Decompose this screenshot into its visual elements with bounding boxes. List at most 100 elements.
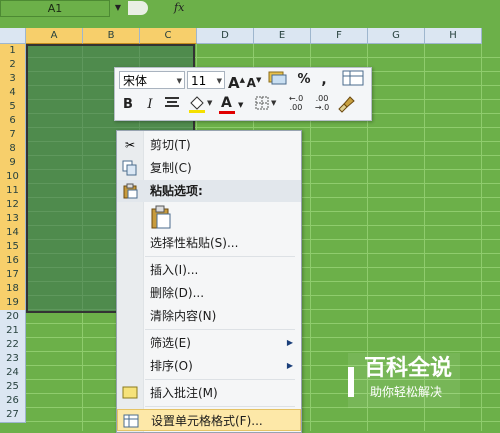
font-name-select[interactable]: 宋体 ▼ (119, 71, 185, 89)
row-header[interactable]: 20 (0, 310, 26, 325)
menu-item-cut[interactable]: ✂ 剪切(T) (117, 134, 301, 156)
fill-color-button[interactable]: ▼ (187, 95, 215, 115)
row-header[interactable]: 15 (0, 240, 26, 255)
row-header[interactable]: 1 (0, 44, 26, 59)
row-header[interactable]: 13 (0, 212, 26, 227)
row-header[interactable]: 11 (0, 184, 26, 199)
menu-item-format-cells[interactable]: 设置单元格格式(F)... (117, 409, 301, 431)
menu-item-paste-special[interactable]: 选择性粘贴(S)... (117, 232, 301, 254)
row-header[interactable]: 19 (0, 296, 26, 311)
watermark-logo: 百科全说 助你轻松解决 (348, 353, 460, 408)
accounting-icon (268, 71, 287, 85)
row-header[interactable]: 18 (0, 282, 26, 297)
column-header[interactable]: D (197, 28, 254, 44)
menu-separator (145, 406, 295, 407)
row-header[interactable]: 26 (0, 394, 26, 409)
column-header[interactable]: E (254, 28, 311, 44)
menu-item-insert[interactable]: 插入(I)... (117, 259, 301, 281)
row-header[interactable]: 23 (0, 352, 26, 367)
align-center-icon (165, 97, 179, 107)
paintbrush-icon (338, 96, 355, 113)
watermark-title: 百科全说 (364, 356, 453, 381)
column-header[interactable]: H (425, 28, 482, 44)
row-header[interactable]: 4 (0, 86, 26, 101)
context-menu: ✂ 剪切(T) 复制(C) 粘贴选项: 选择性粘贴(S)... 插入(I)...… (116, 130, 302, 433)
row-header[interactable]: 5 (0, 100, 26, 115)
increase-decimal-button[interactable]: ←.0 .00 (285, 94, 307, 114)
row-header[interactable]: 12 (0, 198, 26, 213)
row-header[interactable]: 3 (0, 72, 26, 87)
menu-item-copy[interactable]: 复制(C) (117, 157, 301, 179)
shrink-font-button[interactable]: A▼ (246, 70, 262, 90)
font-color-button[interactable]: A ▼ (219, 95, 247, 115)
menu-item-insert-comment[interactable]: 插入批注(M) (117, 382, 301, 404)
format-painter-button[interactable] (337, 95, 357, 115)
row-header[interactable]: 25 (0, 380, 26, 395)
font-size-select[interactable]: 11 ▼ (187, 71, 225, 89)
row-header[interactable]: 10 (0, 170, 26, 185)
copy-icon (122, 160, 138, 176)
borders-icon: ▼ (255, 96, 277, 110)
formula-bar-separator (128, 1, 148, 15)
column-header[interactable]: C (140, 28, 197, 44)
row-header[interactable]: 16 (0, 254, 26, 269)
row-header[interactable]: 27 (0, 408, 26, 423)
submenu-arrow-icon: ▶ (286, 338, 293, 347)
menu-separator (145, 329, 295, 330)
bold-button[interactable]: B (120, 95, 136, 115)
clipboard-icon (151, 205, 171, 229)
format-painter-grid-button[interactable] (340, 70, 366, 90)
watermark-subtitle: 助你轻松解决 (370, 385, 443, 399)
select-all-corner[interactable] (0, 28, 26, 44)
accounting-format-button[interactable] (266, 70, 292, 90)
submenu-arrow-icon: ▶ (286, 361, 293, 370)
italic-button[interactable]: I (142, 95, 158, 115)
svg-text:▼: ▼ (207, 99, 213, 107)
menu-item-filter[interactable]: 筛选(E) ▶ (117, 332, 301, 354)
row-header[interactable]: 8 (0, 142, 26, 157)
row-header[interactable]: 22 (0, 338, 26, 353)
menu-separator (145, 256, 295, 257)
center-align-button[interactable] (163, 95, 181, 115)
comment-icon (122, 385, 138, 401)
menu-paste-options-header: 粘贴选项: (117, 180, 301, 202)
row-header[interactable]: 9 (0, 156, 26, 171)
name-box[interactable]: A1 (0, 0, 110, 17)
grow-font-button[interactable]: A▲ (228, 70, 245, 92)
row-header[interactable]: 17 (0, 268, 26, 283)
menu-item-clear-contents[interactable]: 清除内容(N) (117, 305, 301, 327)
insert-function-icon[interactable]: fx (174, 0, 190, 16)
menu-item-sort[interactable]: 排序(O) ▶ (117, 355, 301, 377)
paste-option-button[interactable] (149, 205, 173, 229)
borders-button[interactable]: ▼ (253, 95, 281, 115)
menu-item-delete[interactable]: 删除(D)... (117, 282, 301, 304)
mini-toolbar: 宋体 ▼ 11 ▼ A▲ A▼ % , B I ▼ A ▼ ▼ ←.0 .00 … (114, 67, 372, 121)
format-cells-icon (123, 413, 139, 429)
table-format-icon (342, 70, 364, 86)
percent-style-button[interactable]: % (296, 70, 312, 90)
font-name-value: 宋体 (123, 74, 148, 88)
row-header[interactable]: 2 (0, 58, 26, 73)
paint-bucket-icon: ▼ (189, 96, 213, 113)
row-header[interactable]: 21 (0, 324, 26, 339)
chevron-down-icon: ▼ (176, 77, 182, 85)
scissors-icon: ✂ (124, 138, 136, 152)
paste-icon (122, 183, 138, 199)
column-header[interactable]: B (83, 28, 140, 44)
formula-bar: A1 ▼ fx (0, 0, 500, 17)
row-header[interactable]: 24 (0, 366, 26, 381)
row-header[interactable]: 14 (0, 226, 26, 241)
chevron-down-icon: ▼ (216, 77, 222, 85)
row-header[interactable]: 6 (0, 114, 26, 129)
comma-style-button[interactable]: , (317, 70, 331, 90)
column-header[interactable]: G (368, 28, 425, 44)
font-size-value: 11 (191, 74, 207, 88)
column-header[interactable]: A (26, 28, 83, 44)
column-header[interactable]: F (311, 28, 368, 44)
row-header[interactable]: 7 (0, 128, 26, 143)
watermark-bar (348, 367, 354, 397)
name-box-dropdown-icon[interactable]: ▼ (112, 2, 124, 14)
decrease-decimal-button[interactable]: .00 →.0 (311, 94, 333, 114)
formula-input[interactable] (190, 0, 500, 16)
svg-text:▼: ▼ (271, 99, 277, 107)
